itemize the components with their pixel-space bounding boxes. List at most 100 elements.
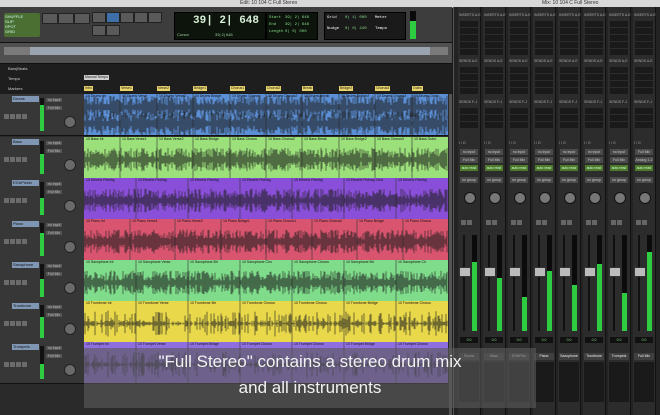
volume-fader[interactable]: [634, 267, 646, 277]
send-slot[interactable]: [635, 115, 653, 121]
insert-slot[interactable]: [460, 49, 478, 55]
volume-fader[interactable]: [609, 267, 621, 277]
automation-mode[interactable]: auto read: [485, 165, 503, 171]
solo-button[interactable]: [16, 239, 21, 244]
clip-label[interactable]: 10 Bass Chorus3: [377, 137, 404, 142]
record-button[interactable]: [4, 321, 9, 326]
send-slot[interactable]: [610, 88, 628, 94]
insert-slot[interactable]: [510, 49, 528, 55]
strip-output[interactable]: Full Mix: [535, 157, 553, 163]
record-button[interactable]: [4, 157, 9, 162]
clip-label[interactable]: 10 Drums Outro: [414, 94, 439, 99]
clip-label[interactable]: 10 Drums Break: [304, 94, 329, 99]
track-header-saxophone[interactable]: Saxophone no input Full Mix: [0, 260, 84, 302]
clip-label[interactable]: 10 Saxophone Chorus: [294, 260, 329, 265]
clip-label[interactable]: 10 Piano Bridge1: [223, 219, 250, 224]
record-button[interactable]: [4, 280, 9, 285]
input-monitor-button[interactable]: [10, 157, 15, 162]
automation-mode[interactable]: auto read: [560, 165, 578, 171]
universe-view[interactable]: [0, 43, 452, 64]
strip-buttons[interactable]: [486, 212, 498, 230]
send-slot[interactable]: [560, 88, 578, 94]
marker-verse2[interactable]: Verse2: [157, 86, 170, 91]
fader-track[interactable]: [513, 235, 515, 331]
insert-slot[interactable]: [635, 21, 653, 27]
clip-label[interactable]: 10 Piano Verse1: [132, 219, 158, 224]
insert-slot[interactable]: [635, 42, 653, 48]
mute-button[interactable]: [467, 220, 472, 225]
tab-to-transient-button[interactable]: [92, 25, 106, 36]
automation-mode[interactable]: auto read: [610, 165, 628, 171]
send-slot[interactable]: [460, 67, 478, 73]
send-slot[interactable]: [535, 74, 553, 80]
volume-fader[interactable]: [559, 267, 571, 277]
group-selector[interactable]: no group: [510, 177, 528, 183]
clip-label[interactable]: 10 Saxophone Int: [86, 260, 113, 265]
scrubber-tool-button[interactable]: [134, 12, 148, 23]
track-output[interactable]: Full Mix: [46, 149, 63, 153]
trim-tool-button[interactable]: [92, 12, 106, 23]
insert-slot[interactable]: [610, 21, 628, 27]
solo-button[interactable]: [536, 220, 541, 225]
send-slot[interactable]: [485, 115, 503, 121]
track-input[interactable]: no input: [46, 264, 63, 268]
insert-slot[interactable]: [510, 28, 528, 34]
volume-knob[interactable]: [64, 116, 76, 128]
clip-label[interactable]: 10 Saxophone Cho: [242, 260, 272, 265]
volume-readout[interactable]: 0.0: [535, 337, 553, 343]
clip-label[interactable]: 10 Trumpet Chorus: [398, 342, 428, 347]
clip-label[interactable]: 10 Piano Verse2: [177, 219, 203, 224]
insert-slot[interactable]: [635, 35, 653, 41]
input-monitor-button[interactable]: [10, 280, 15, 285]
send-slot[interactable]: [585, 81, 603, 87]
input-monitor-button[interactable]: [10, 198, 15, 203]
zoom-in-button[interactable]: [58, 13, 74, 24]
volume-knob[interactable]: [64, 364, 76, 376]
track-name[interactable]: Drums: [12, 96, 39, 102]
clip-label[interactable]: 10 Trombone Bri: [190, 301, 216, 306]
volume-fader[interactable]: [484, 267, 496, 277]
volume-knob[interactable]: [64, 323, 76, 335]
insert-slot[interactable]: [460, 35, 478, 41]
fader-track[interactable]: [588, 235, 590, 331]
track-input[interactable]: no input: [46, 223, 63, 227]
mute-button[interactable]: [567, 220, 572, 225]
insert-slot[interactable]: [610, 28, 628, 34]
volume-readout[interactable]: 0.0: [460, 337, 478, 343]
volume-readout[interactable]: 0.0: [585, 337, 603, 343]
send-slot[interactable]: [585, 67, 603, 73]
clip-label[interactable]: 10 Trombone Chorus: [398, 301, 431, 306]
insert-slot[interactable]: [535, 49, 553, 55]
clip-label[interactable]: 10 Piano Chorus2: [314, 219, 342, 224]
track-header-egtrpickin[interactable]: EGtrPickin no input Full Mix: [0, 178, 84, 220]
marker-intro[interactable]: Intro: [84, 86, 94, 91]
track-name[interactable]: Bass: [12, 139, 39, 145]
edit-mode-selector[interactable]: SHUFFLE SLIP SPOT GRID: [4, 13, 40, 37]
send-slot[interactable]: [460, 122, 478, 128]
clip-label[interactable]: 10 Saxophone Bri: [346, 260, 374, 265]
record-button[interactable]: [4, 362, 9, 367]
track-input[interactable]: no input: [46, 98, 63, 102]
solo-button[interactable]: [461, 220, 466, 225]
strip-name[interactable]: Full Mix: [634, 353, 654, 360]
marker-chorus1[interactable]: Chorus1: [230, 86, 246, 91]
comment-box[interactable]: [584, 362, 604, 402]
strip-buttons[interactable]: [611, 212, 623, 230]
pan-knob[interactable]: [639, 192, 651, 204]
track-output[interactable]: Full Mix: [46, 190, 63, 194]
send-slot[interactable]: [560, 122, 578, 128]
send-slot[interactable]: [635, 108, 653, 114]
grid-value[interactable]: 0| 1| 000: [345, 16, 367, 20]
insert-slot[interactable]: [485, 49, 503, 55]
send-slot[interactable]: [610, 67, 628, 73]
clip-label[interactable]: 10 Drums Int: [86, 94, 106, 99]
strip-output[interactable]: Full Mix: [585, 157, 603, 163]
solo-button[interactable]: [611, 220, 616, 225]
volume-readout[interactable]: 0.0: [635, 337, 653, 343]
send-slot[interactable]: [535, 108, 553, 114]
track-input[interactable]: no input: [46, 141, 63, 145]
record-button[interactable]: [4, 239, 9, 244]
insert-slot[interactable]: [535, 28, 553, 34]
track-buttons[interactable]: [4, 190, 38, 203]
track-buttons[interactable]: [4, 272, 38, 285]
